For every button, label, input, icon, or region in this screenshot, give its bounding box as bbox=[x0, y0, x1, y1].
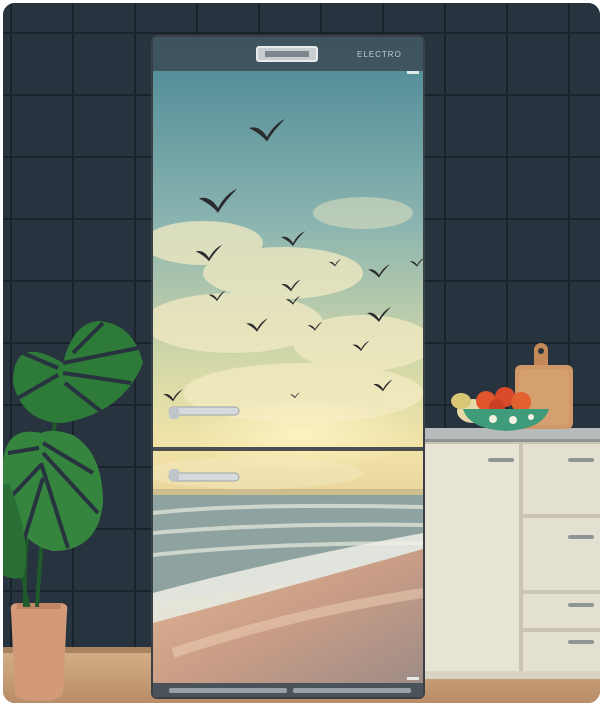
plant-pot bbox=[10, 603, 68, 701]
door-gap bbox=[153, 447, 423, 451]
scene-illustration: ELECTRO bbox=[3, 3, 600, 703]
brand-text: ELECTRO bbox=[357, 50, 402, 59]
scene-frame: ELECTRO bbox=[3, 3, 600, 703]
fridge: ELECTRO bbox=[151, 35, 425, 699]
